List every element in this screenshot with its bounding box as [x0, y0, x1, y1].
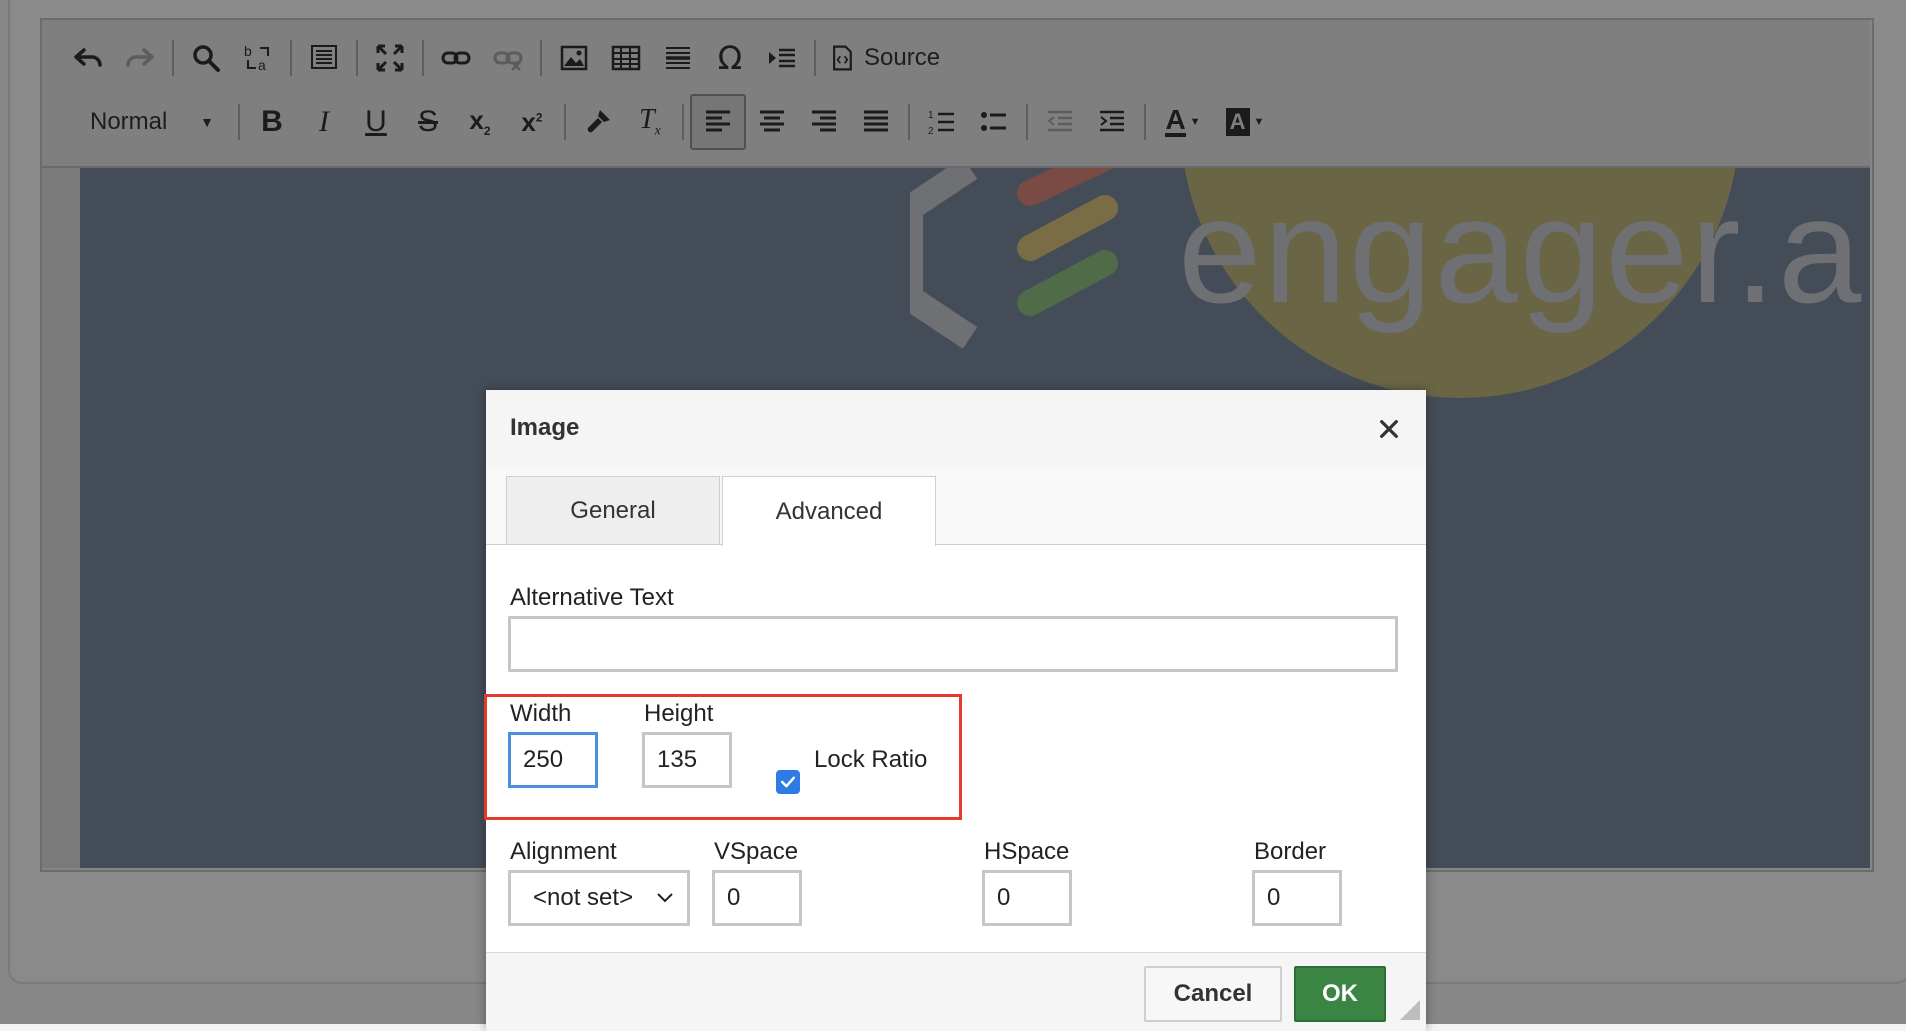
editor-toolbar: ba Ω Source Normal ▼ B I U S x2 x2 Tx 1 …	[42, 20, 1870, 168]
close-icon[interactable]	[1372, 412, 1406, 446]
hspace-input[interactable]	[982, 870, 1072, 926]
unlink-icon[interactable]	[482, 32, 534, 84]
alt-text-label: Alternative Text	[510, 584, 674, 611]
redo-icon[interactable]	[114, 32, 166, 84]
page-break-icon[interactable]	[756, 32, 808, 84]
toolbar-separator	[682, 104, 684, 140]
cancel-button[interactable]: Cancel	[1144, 966, 1282, 1022]
lock-ratio-checkbox[interactable]	[776, 770, 800, 794]
outdent-icon[interactable]	[1034, 96, 1086, 148]
height-label: Height	[644, 700, 714, 727]
align-center-icon[interactable]	[746, 96, 798, 148]
text-color-icon[interactable]: A ▼	[1152, 96, 1214, 148]
border-label: Border	[1254, 838, 1327, 865]
dialog-tabs: General Advanced	[486, 466, 1426, 546]
dialog-header: Image	[486, 390, 1426, 467]
tab-general[interactable]: General	[506, 476, 720, 544]
image-icon[interactable]	[548, 32, 600, 84]
horizontal-line-icon[interactable]	[652, 32, 704, 84]
toolbar-row-2: Normal ▼ B I U S x2 x2 Tx 12 A ▼ A ▼	[62, 92, 1276, 152]
toolbar-separator	[540, 40, 542, 76]
toolbar-separator	[238, 104, 240, 140]
source-icon	[833, 45, 852, 71]
superscript-icon[interactable]: x2	[506, 96, 558, 148]
vspace-label: VSpace	[714, 838, 799, 865]
image-dialog: Image General Advanced Alternative Text …	[484, 390, 1426, 1031]
bulleted-list-icon[interactable]	[968, 96, 1020, 148]
dialog-footer	[486, 952, 1426, 1031]
copy-format-icon[interactable]	[572, 96, 624, 148]
svg-text:a: a	[258, 57, 266, 73]
svg-text:b: b	[244, 43, 252, 59]
alignment-label: Alignment	[510, 838, 617, 865]
italic-icon[interactable]: I	[298, 96, 350, 148]
vspace-input[interactable]	[712, 870, 802, 926]
svg-text:1: 1	[928, 110, 934, 121]
source-button[interactable]: Source	[822, 32, 954, 84]
dialog-title: Image	[510, 414, 580, 441]
bold-icon[interactable]: B	[246, 96, 298, 148]
maximize-icon[interactable]	[364, 32, 416, 84]
format-value: Normal	[90, 108, 168, 135]
source-label: Source	[864, 44, 941, 71]
align-left-icon[interactable]	[690, 94, 746, 150]
logo-mark-icon	[910, 168, 1118, 348]
select-all-icon[interactable]	[298, 32, 350, 84]
table-icon[interactable]	[600, 32, 652, 84]
find-icon[interactable]	[180, 32, 232, 84]
caret-down-icon: ▼	[200, 114, 214, 130]
toolbar-separator	[564, 104, 566, 140]
special-char-icon[interactable]: Ω	[704, 32, 756, 84]
border-input[interactable]	[1252, 870, 1342, 926]
width-input[interactable]	[508, 732, 598, 788]
replace-icon[interactable]: ba	[232, 32, 284, 84]
toolbar-separator	[1144, 104, 1146, 140]
toolbar-separator	[422, 40, 424, 76]
toolbar-separator	[356, 40, 358, 76]
align-justify-icon[interactable]	[850, 96, 902, 148]
underline-icon[interactable]: U	[350, 96, 402, 148]
strikethrough-icon[interactable]: S	[402, 96, 454, 148]
alignment-select[interactable]: <not set>	[508, 870, 690, 926]
chevron-down-icon	[657, 893, 673, 903]
resize-handle-icon[interactable]	[1400, 1000, 1420, 1020]
checkmark-icon	[780, 776, 796, 788]
background-color-icon[interactable]: A ▼	[1214, 96, 1276, 148]
align-right-icon[interactable]	[798, 96, 850, 148]
tab-advanced[interactable]: Advanced	[722, 476, 936, 546]
alt-text-input[interactable]	[508, 616, 1398, 672]
toolbar-separator	[1026, 104, 1028, 140]
toolbar-separator	[908, 104, 910, 140]
hspace-label: HSpace	[984, 838, 1070, 865]
width-label: Width	[510, 700, 572, 727]
ok-button[interactable]: OK	[1294, 966, 1386, 1022]
indent-icon[interactable]	[1086, 96, 1138, 148]
remove-format-icon[interactable]: Tx	[624, 96, 676, 148]
logo-text: engager.app	[1178, 168, 1870, 334]
format-dropdown[interactable]: Normal ▼	[62, 96, 232, 148]
subscript-icon[interactable]: x2	[454, 96, 506, 148]
svg-text:2: 2	[928, 126, 934, 137]
height-input[interactable]	[642, 732, 732, 788]
toolbar-separator	[814, 40, 816, 76]
numbered-list-icon[interactable]: 12	[916, 96, 968, 148]
toolbar-row-1: ba Ω Source	[62, 28, 954, 88]
undo-icon[interactable]	[62, 32, 114, 84]
toolbar-separator	[172, 40, 174, 76]
toolbar-separator	[290, 40, 292, 76]
alignment-value: <not set>	[533, 884, 634, 911]
link-icon[interactable]	[430, 32, 482, 84]
lock-ratio-label: Lock Ratio	[814, 746, 928, 773]
